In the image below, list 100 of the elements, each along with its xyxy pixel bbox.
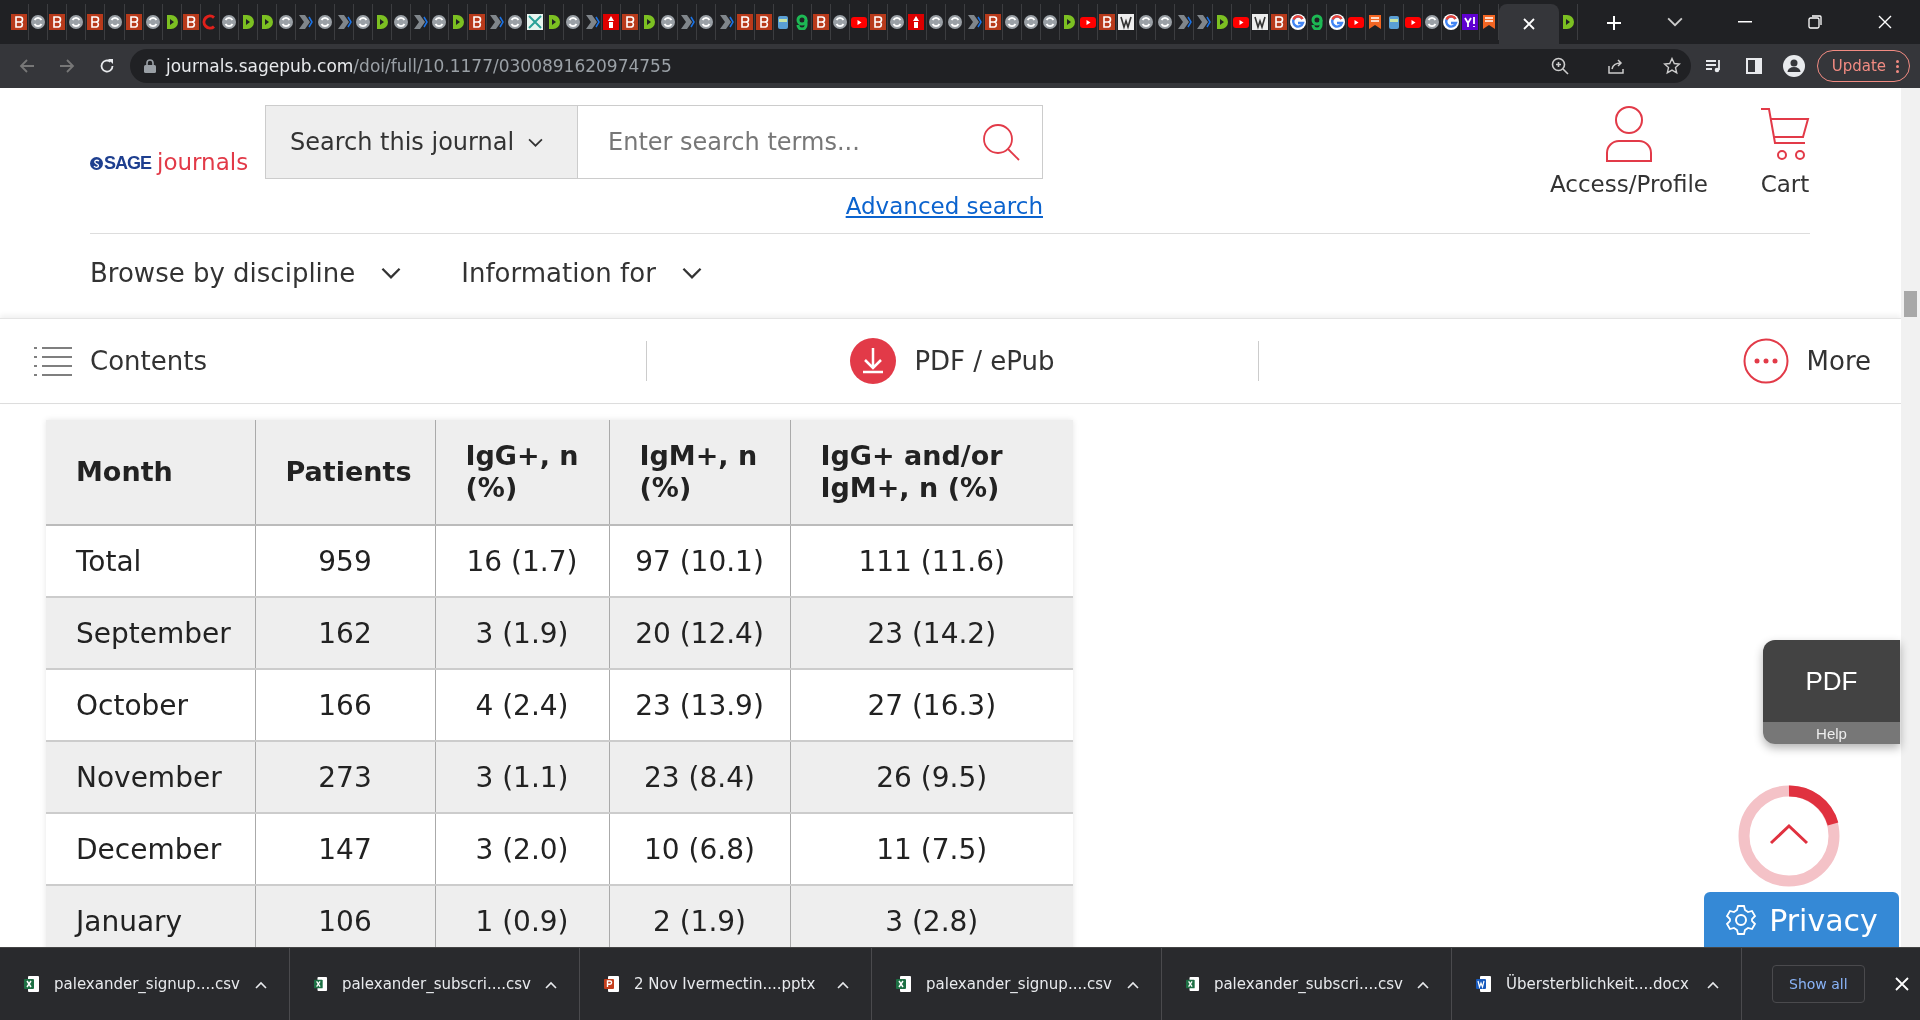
- browser-tab[interactable]: [67, 4, 87, 40]
- browser-tab[interactable]: [506, 4, 526, 40]
- cart-icon[interactable]: [1760, 105, 1810, 163]
- pdf-help-widget[interactable]: PDF Help: [1763, 640, 1900, 744]
- download-item[interactable]: Übersterblichkeit....docx: [1452, 948, 1742, 1020]
- browser-tab[interactable]: [926, 4, 946, 40]
- browser-tab[interactable]: [983, 4, 1003, 40]
- search-icon[interactable]: [981, 122, 1021, 162]
- pdf-epub-button[interactable]: PDF / ePub: [850, 338, 1055, 384]
- browser-tab[interactable]: [754, 4, 774, 40]
- browser-tab[interactable]: [563, 4, 583, 40]
- browser-tab[interactable]: [1041, 4, 1061, 40]
- chevron-up-icon[interactable]: [1417, 981, 1429, 989]
- scrollbar[interactable]: [1901, 88, 1920, 947]
- advanced-search-link[interactable]: Advanced search: [845, 193, 1043, 219]
- restore-icon[interactable]: [1808, 15, 1822, 29]
- reload-icon[interactable]: [99, 58, 115, 74]
- show-all-button[interactable]: Show all: [1772, 965, 1865, 1003]
- contents-button[interactable]: Contents: [34, 346, 207, 376]
- browser-tab[interactable]: [143, 4, 163, 40]
- nav-menu[interactable]: Browse by discipline: [90, 258, 402, 288]
- download-item[interactable]: 2 Nov Ivermectin....pptx: [580, 948, 872, 1020]
- close-downloads-button[interactable]: [1894, 977, 1909, 991]
- browser-tab[interactable]: [697, 4, 717, 40]
- browser-tab[interactable]: [1098, 4, 1118, 40]
- browser-tab[interactable]: [525, 4, 545, 40]
- browser-tab[interactable]: [315, 4, 335, 40]
- download-icon[interactable]: [850, 338, 897, 384]
- browser-tab[interactable]: [353, 4, 373, 40]
- nav-menu[interactable]: Information for: [461, 258, 702, 288]
- browser-tab[interactable]: [907, 4, 927, 40]
- browser-tab[interactable]: [1499, 4, 1560, 44]
- download-item[interactable]: palexander_subscri....csv: [290, 948, 580, 1020]
- browser-tab[interactable]: [86, 4, 106, 40]
- browser-tab[interactable]: [124, 4, 144, 40]
- close-icon[interactable]: [1878, 15, 1892, 29]
- browser-tab[interactable]: [1251, 4, 1271, 40]
- browser-tab[interactable]: [869, 4, 889, 40]
- browser-tab[interactable]: [181, 4, 201, 40]
- download-item[interactable]: palexander_subscri....csv: [1162, 948, 1452, 1020]
- address-bar[interactable]: journals.sagepub.com/doi/full/10.1177/0300891620974755: [130, 49, 1691, 83]
- browser-tab[interactable]: [29, 4, 49, 40]
- chevron-up-icon[interactable]: [837, 981, 849, 989]
- zoom-icon[interactable]: [1550, 57, 1569, 75]
- browser-tab[interactable]: [277, 4, 297, 40]
- forward-arrow-icon[interactable]: [59, 58, 75, 74]
- share-icon[interactable]: [1606, 57, 1625, 75]
- browser-tab[interactable]: [601, 4, 621, 40]
- gear-icon[interactable]: [1725, 904, 1758, 936]
- browser-tab[interactable]: [945, 4, 965, 40]
- browser-tab[interactable]: [1136, 4, 1156, 40]
- search-field[interactable]: Enter search terms...: [578, 105, 1043, 179]
- browser-tab[interactable]: [391, 4, 411, 40]
- chevron-up-icon[interactable]: [545, 981, 557, 989]
- plus-icon[interactable]: [1606, 14, 1623, 31]
- browser-tab[interactable]: [1422, 4, 1443, 40]
- person-icon[interactable]: [1605, 105, 1653, 163]
- scrollbar-thumb[interactable]: [1904, 291, 1917, 317]
- browser-tab[interactable]: [48, 4, 68, 40]
- browser-tab[interactable]: [430, 4, 450, 40]
- access-profile-link[interactable]: Access/Profile: [1550, 105, 1708, 197]
- browser-tab[interactable]: [1021, 4, 1042, 40]
- cart-link[interactable]: Cart: [1760, 105, 1810, 197]
- browser-tab[interactable]: [468, 4, 488, 40]
- privacy-button[interactable]: Privacy: [1704, 892, 1899, 947]
- browser-tab[interactable]: [220, 4, 240, 40]
- search-scope-dropdown[interactable]: Search this journal: [265, 105, 578, 179]
- more-icon[interactable]: [1742, 338, 1789, 384]
- browser-tab[interactable]: [1155, 4, 1175, 40]
- more-icon[interactable]: [1896, 59, 1899, 73]
- browser-tab[interactable]: [811, 4, 832, 40]
- browser-tab[interactable]: [10, 4, 30, 40]
- browser-tab[interactable]: [888, 4, 908, 40]
- download-item[interactable]: palexander_signup....csv: [872, 948, 1162, 1020]
- more-button[interactable]: More: [1742, 338, 1871, 384]
- browser-tab[interactable]: [831, 4, 851, 40]
- brand-logo[interactable]: SAGE: [90, 153, 151, 174]
- back-arrow-icon[interactable]: [19, 58, 35, 74]
- browser-tab[interactable]: [1002, 4, 1022, 40]
- chevron-up-icon[interactable]: [1127, 981, 1139, 989]
- browser-tab[interactable]: [621, 4, 641, 40]
- browser-tab[interactable]: [1117, 4, 1137, 40]
- browser-tab[interactable]: [105, 4, 125, 40]
- playlist-icon[interactable]: [1704, 58, 1723, 74]
- person-icon[interactable]: [1782, 55, 1805, 77]
- browser-tab[interactable]: [1289, 4, 1309, 40]
- browser-tab[interactable]: [735, 4, 755, 40]
- chevron-up-icon[interactable]: [1707, 981, 1719, 989]
- browser-tab[interactable]: [1461, 4, 1481, 40]
- logo-text[interactable]: journals: [157, 149, 249, 175]
- browser-tab[interactable]: [1327, 4, 1347, 40]
- star-icon[interactable]: [1662, 57, 1681, 75]
- download-item[interactable]: palexander_signup....csv: [0, 948, 290, 1020]
- minimize-icon[interactable]: [1738, 21, 1752, 23]
- list-icon[interactable]: [34, 346, 72, 376]
- scroll-to-top-icon[interactable]: [1738, 785, 1840, 887]
- close-icon[interactable]: [1523, 18, 1536, 30]
- browser-tab[interactable]: [1442, 4, 1462, 40]
- side-panel-icon[interactable]: [1745, 58, 1762, 74]
- chevron-up-icon[interactable]: [255, 981, 267, 989]
